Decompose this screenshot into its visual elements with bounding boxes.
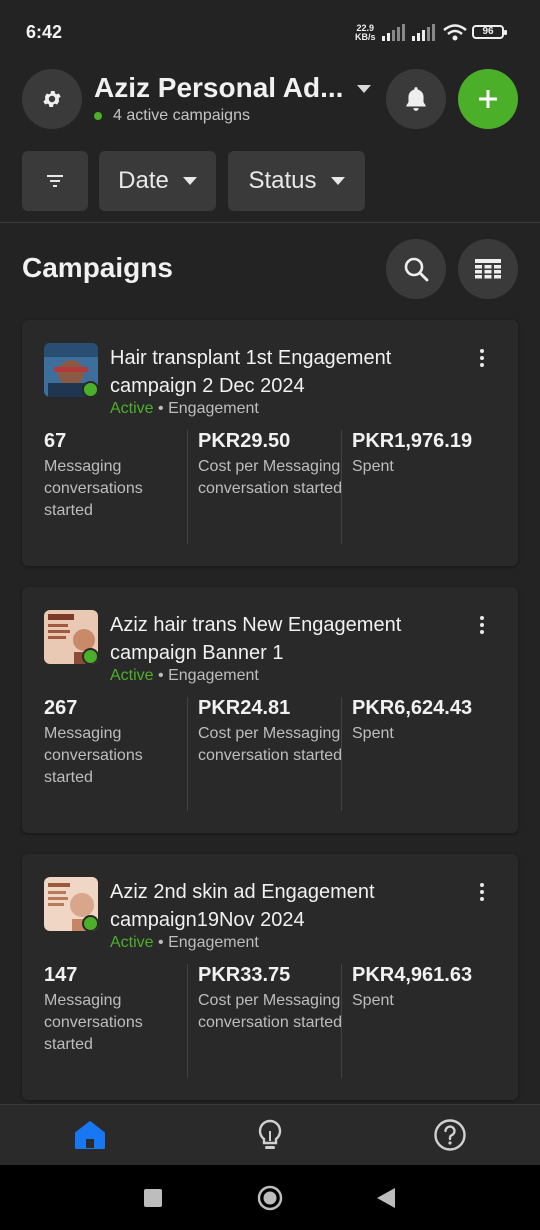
campaign-card[interactable]: Aziz hair trans New Engagement campaign … — [22, 587, 518, 833]
chevron-down-icon — [182, 177, 197, 185]
filter-button[interactable] — [22, 151, 88, 211]
search-button[interactable] — [386, 239, 446, 299]
bell-icon — [406, 87, 426, 111]
page-title: Campaigns — [22, 252, 173, 283]
back-triangle-icon[interactable] — [376, 1187, 396, 1209]
more-options-button[interactable] — [468, 611, 496, 639]
ad-account-name[interactable]: Aziz Personal Ad... — [94, 72, 343, 104]
active-status-dot — [82, 648, 98, 664]
campaign-name[interactable]: Aziz 2nd skin ad Engagement campaign19No… — [110, 878, 470, 934]
campaign-status: Active • Engagement — [110, 934, 259, 951]
divider — [187, 430, 188, 544]
cost-metric: PKR24.81 Cost per Messaging conversation… — [198, 697, 343, 764]
cost-metric: PKR33.75 Cost per Messaging conversation… — [198, 964, 343, 1031]
square-icon[interactable] — [143, 1188, 163, 1208]
chevron-down-icon[interactable] — [357, 85, 371, 93]
results-metric: 267 Messaging conversations started — [44, 697, 143, 786]
more-vertical-icon — [480, 349, 484, 353]
home-icon — [75, 1121, 105, 1149]
signal-icon — [412, 24, 435, 41]
divider — [187, 964, 188, 1078]
campaign-status: Active • Engagement — [110, 400, 259, 417]
campaign-status: Active • Engagement — [110, 667, 259, 684]
active-status-dot — [82, 915, 98, 931]
more-vertical-icon — [480, 883, 484, 887]
settings-button[interactable] — [22, 69, 82, 129]
campaign-thumbnail — [44, 343, 98, 397]
campaign-card[interactable]: Aziz 2nd skin ad Engagement campaign19No… — [22, 854, 518, 1100]
date-filter-dropdown[interactable]: Date — [99, 151, 216, 211]
table-icon — [475, 259, 501, 279]
spent-metric: PKR1,976.19 Spent — [352, 430, 473, 475]
status-bar: 6:42 22.9 KB/s 96 — [0, 0, 540, 62]
cost-metric: PKR29.50 Cost per Messaging conversation… — [198, 430, 343, 497]
campaign-name[interactable]: Hair transplant 1st Engagement campaign … — [110, 344, 470, 400]
chevron-down-icon — [330, 177, 345, 185]
campaign-thumbnail — [44, 610, 98, 664]
table-view-button[interactable] — [458, 239, 518, 299]
campaign-thumbnail — [44, 877, 98, 931]
lightbulb-icon — [258, 1119, 282, 1149]
active-status-dot — [82, 381, 98, 397]
filter-icon — [47, 175, 63, 187]
nav-home[interactable] — [73, 1118, 107, 1152]
create-campaign-button[interactable] — [458, 69, 518, 129]
signal-icon — [382, 24, 405, 41]
active-status-dot — [94, 112, 102, 120]
bottom-navigation — [0, 1104, 540, 1165]
more-options-button[interactable] — [468, 344, 496, 372]
campaign-card[interactable]: Hair transplant 1st Engagement campaign … — [22, 320, 518, 566]
divider — [0, 222, 540, 223]
divider — [341, 964, 342, 1078]
spent-metric: PKR6,624.43 Spent — [352, 697, 473, 742]
plus-icon — [479, 90, 497, 108]
spent-metric: PKR4,961.63 Spent — [352, 964, 473, 1009]
system-navigation-bar — [0, 1165, 540, 1230]
battery-indicator: 96 — [472, 25, 507, 39]
campaign-name[interactable]: Aziz hair trans New Engagement campaign … — [110, 611, 470, 667]
results-metric: 147 Messaging conversations started — [44, 964, 143, 1053]
active-campaigns-summary: 4 active campaigns — [94, 107, 250, 125]
divider — [341, 430, 342, 544]
gear-icon — [43, 91, 61, 107]
more-vertical-icon — [480, 616, 484, 620]
status-filter-dropdown[interactable]: Status — [228, 151, 365, 211]
divider — [341, 697, 342, 811]
more-options-button[interactable] — [468, 878, 496, 906]
help-icon — [434, 1119, 466, 1151]
search-icon — [404, 257, 429, 282]
results-metric: 67 Messaging conversations started — [44, 430, 143, 519]
clock: 6:42 — [26, 22, 63, 42]
nav-help[interactable] — [433, 1118, 467, 1152]
nav-insights[interactable] — [253, 1118, 287, 1152]
divider — [187, 697, 188, 811]
network-speed: 22.9 KB/s — [355, 23, 376, 42]
circle-icon[interactable] — [257, 1185, 283, 1211]
notifications-button[interactable] — [386, 69, 446, 129]
wifi-icon — [443, 24, 467, 41]
